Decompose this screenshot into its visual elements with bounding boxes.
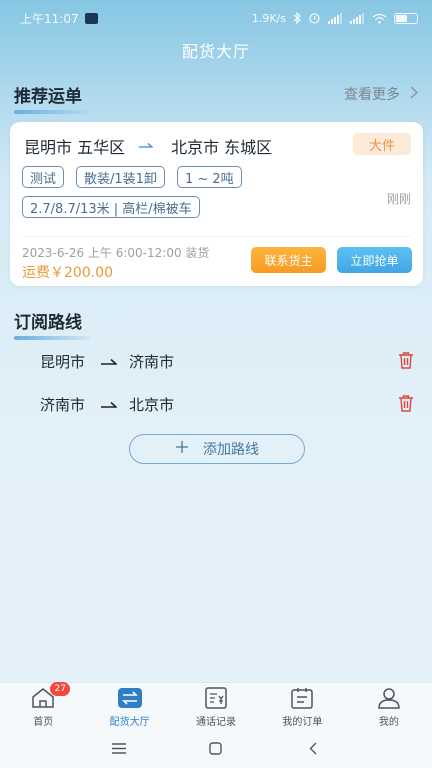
status-bar: 上午11:07 1.9K/s [0,0,432,36]
subscriptions-title: 订阅路线 [14,313,82,333]
tab-profile[interactable]: 我的 [346,683,432,728]
route-from: 昆明市 [40,352,86,371]
section-underline [14,336,90,340]
subscription-route-row[interactable]: 济南市 北京市 [40,392,424,416]
call-log-icon [203,686,229,710]
posted-time: 刚刚 [386,192,411,206]
view-more-label: 查看更多 [344,87,400,103]
route-to: 北京市 [129,395,175,414]
cargo-size-badge: 大件 [353,133,411,155]
bluetooth-icon [293,12,301,24]
chevron-right-icon [410,85,419,103]
route-from: 济南市 [40,395,86,414]
tab-my-orders[interactable]: 我的订单 [259,683,345,728]
route-arrow-icon [101,352,119,370]
dispatch-hall-icon [117,686,143,710]
profile-icon [376,686,402,710]
tab-home[interactable]: 27 首页 [0,682,86,728]
tag-row-1: 测试 散装/1装1卸 1 ~ 2吨 [22,166,242,188]
cargo-tag: 测试 [22,166,65,188]
system-nav-bar [0,728,432,768]
delete-route-trash-icon[interactable] [398,394,416,414]
tab-label: 我的订单 [282,717,323,728]
tab-label: 我的 [378,717,399,728]
view-more-link[interactable]: 查看更多 [344,84,419,104]
cargo-tag: 1 ~ 2吨 [176,166,242,188]
battery-level [396,14,407,22]
route-to: 济南市 [129,352,175,371]
bottom-tab-bar: 27 首页 配货大厅 通话记录 我的订单 我的 [0,682,432,728]
delete-route-trash-icon[interactable] [398,351,416,371]
recommended-section-header: 推荐运单 [14,82,90,114]
subscriptions-section-header: 订阅路线 [14,308,90,340]
tab-label: 首页 [33,717,54,728]
order-card[interactable]: 昆明市 五华区 北京市 东城区 大件 测试 散装/1装1卸 1 ~ 2吨 2.7… [10,122,423,286]
tab-label: 配货大厅 [109,717,150,728]
order-route: 昆明市 五华区 北京市 东城区 [24,134,272,158]
origin-city: 昆明市 五华区 [24,138,126,157]
back-icon[interactable] [293,733,333,763]
tab-call-log[interactable]: 通话记录 [173,683,259,728]
tab-dispatch-hall[interactable]: 配货大厅 [86,683,172,728]
battery-icon [394,12,418,24]
grab-order-button[interactable]: 立即抢单 [337,247,412,273]
section-underline [14,110,90,114]
page-title: 配货大厅 [181,42,250,61]
signal-icon-1 [328,12,343,24]
home-square-icon[interactable] [196,733,236,763]
cargo-tag: 散装/1装1卸 [76,166,165,188]
network-speed: 1.9K/s [251,11,286,25]
wifi-icon [372,13,387,24]
add-route-label: 添加路线 [203,442,259,458]
signal-icon-2 [350,12,365,24]
status-time: 上午11:07 [20,11,79,26]
tag-row-2: 2.7/8.7/13米 | 高栏/棉被车 [22,196,200,218]
home-badge: 27 [50,682,71,696]
route-arrow-icon [101,395,119,413]
contact-shipper-button[interactable]: 联系货主 [251,247,326,273]
notification-app-icon [84,12,98,24]
orders-icon [289,686,315,710]
freight-price: 运费￥200.00 [22,265,113,281]
home-icon: 27 [30,682,71,710]
recommended-title: 推荐运单 [14,87,82,107]
alarm-icon [308,12,321,24]
tab-label: 通话记录 [196,717,237,728]
menu-icon[interactable] [99,733,139,763]
subscription-route-row[interactable]: 昆明市 济南市 [40,349,424,373]
vehicle-tag: 2.7/8.7/13米 | 高栏/棉被车 [22,196,200,218]
plus-icon [175,440,189,458]
add-route-button[interactable]: 添加路线 [129,434,305,464]
destination-city: 北京市 东城区 [171,138,273,157]
route-arrow-icon [139,138,154,154]
card-divider [22,236,411,237]
pickup-time: 2023-6-26 上午 6:00-12:00 装货 [22,246,210,260]
